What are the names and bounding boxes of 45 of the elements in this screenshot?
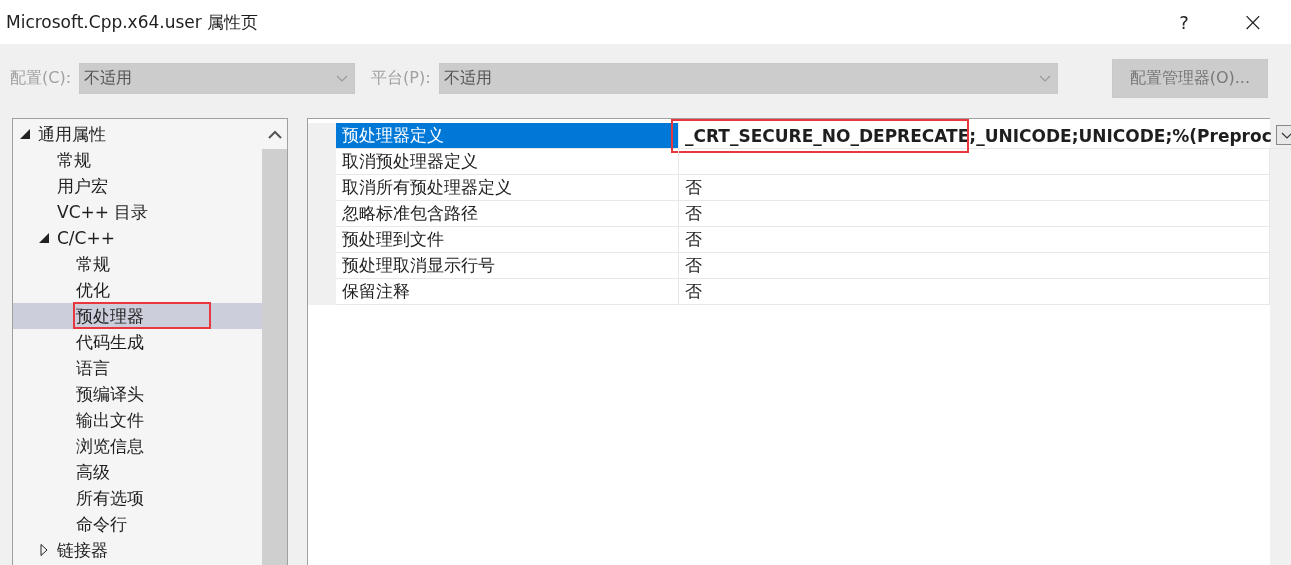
tree-item[interactable]: 命令行 [13, 511, 262, 537]
property-value[interactable] [679, 149, 1270, 175]
chevron-down-icon [1038, 74, 1051, 82]
property-name[interactable]: 保留注释 [336, 279, 679, 305]
platform-label: 平台(P): [371, 67, 431, 89]
property-name[interactable]: 取消所有预处理器定义 [336, 175, 679, 201]
property-name[interactable]: 取消预处理器定义 [336, 149, 679, 175]
row-gutter [308, 123, 336, 149]
tree-item[interactable]: 链接器 [13, 537, 262, 563]
dropdown-button[interactable] [1275, 125, 1291, 145]
configuration-label: 配置(C): [10, 67, 72, 89]
property-name[interactable]: 预处理器定义 [336, 123, 679, 149]
tree-item[interactable]: 语言 [13, 355, 262, 381]
property-name[interactable]: 预处理到文件 [336, 227, 679, 253]
row-gutter [308, 279, 336, 305]
tree-item[interactable]: 浏览信息 [13, 433, 262, 459]
tree-item[interactable]: 优化 [13, 277, 262, 303]
tree-item[interactable]: 预处理器 [13, 303, 262, 329]
expanded-triangle-icon[interactable] [38, 232, 52, 244]
expanded-triangle-icon[interactable] [19, 128, 33, 140]
tree-item[interactable]: 用户宏 [13, 173, 262, 199]
scrollbar[interactable] [262, 119, 287, 565]
tree-item[interactable]: 预编译头 [13, 381, 262, 407]
tree-item[interactable]: 常规 [13, 251, 262, 277]
tree-item[interactable]: 所有选项 [13, 485, 262, 511]
tree-item[interactable]: C/C++ [13, 225, 262, 251]
help-button[interactable]: ? [1153, 11, 1215, 33]
tree-item[interactable]: 输出文件 [13, 407, 262, 433]
tree-item[interactable]: 高级 [13, 459, 262, 485]
property-value[interactable]: 否 [679, 175, 1270, 201]
property-name[interactable]: 忽略标准包含路径 [336, 201, 679, 227]
property-value[interactable]: 否 [679, 201, 1270, 227]
chevron-up-icon[interactable] [267, 129, 282, 139]
property-name[interactable]: 预处理取消显示行号 [336, 253, 679, 279]
close-button[interactable]: × [1215, 7, 1291, 37]
tree-item[interactable]: 代码生成 [13, 329, 262, 355]
tree-item[interactable]: 常规 [13, 147, 262, 173]
window-title: Microsoft.Cpp.x64.user 属性页 [6, 10, 260, 34]
property-value[interactable]: 否 [679, 279, 1270, 305]
property-value[interactable]: 否 [679, 253, 1270, 279]
tree-item[interactable]: VC++ 目录 [13, 199, 262, 225]
chevron-down-icon [1280, 131, 1291, 139]
property-value[interactable]: 否 [679, 227, 1270, 253]
chevron-down-icon [336, 74, 349, 82]
tree-item[interactable]: 通用属性 [13, 121, 262, 147]
